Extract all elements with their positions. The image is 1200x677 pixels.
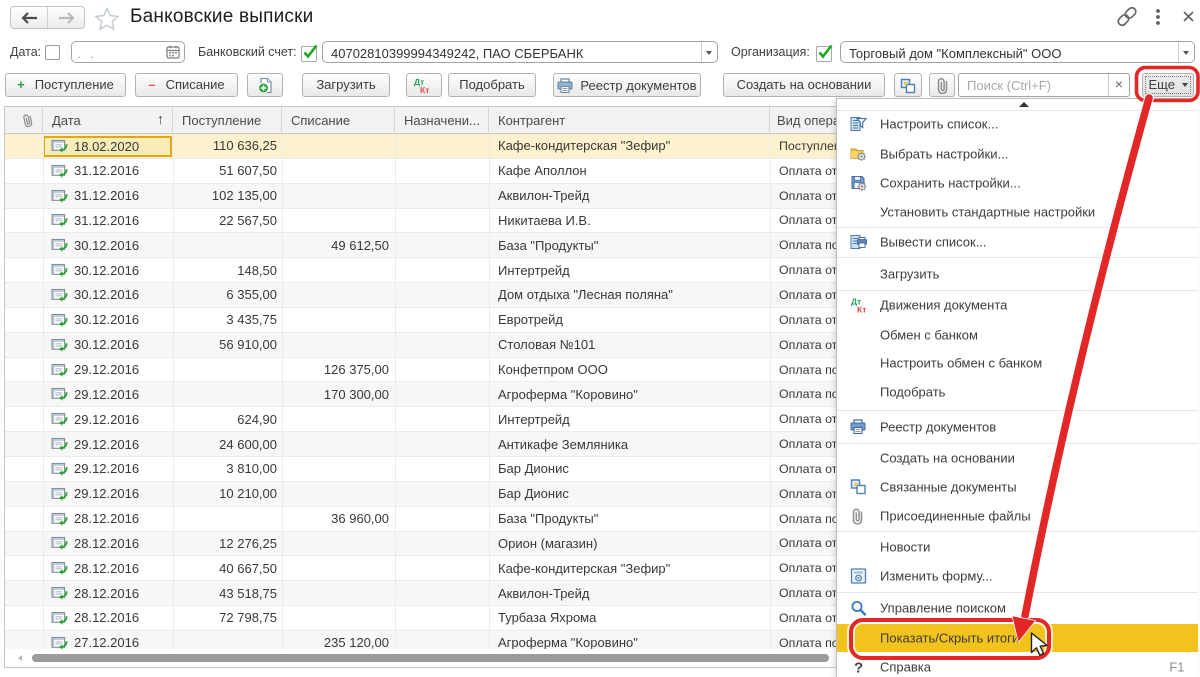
svg-text:?: ? [854, 659, 863, 675]
svg-text:Кт: Кт [857, 305, 866, 314]
svg-text:Кт: Кт [420, 85, 429, 94]
